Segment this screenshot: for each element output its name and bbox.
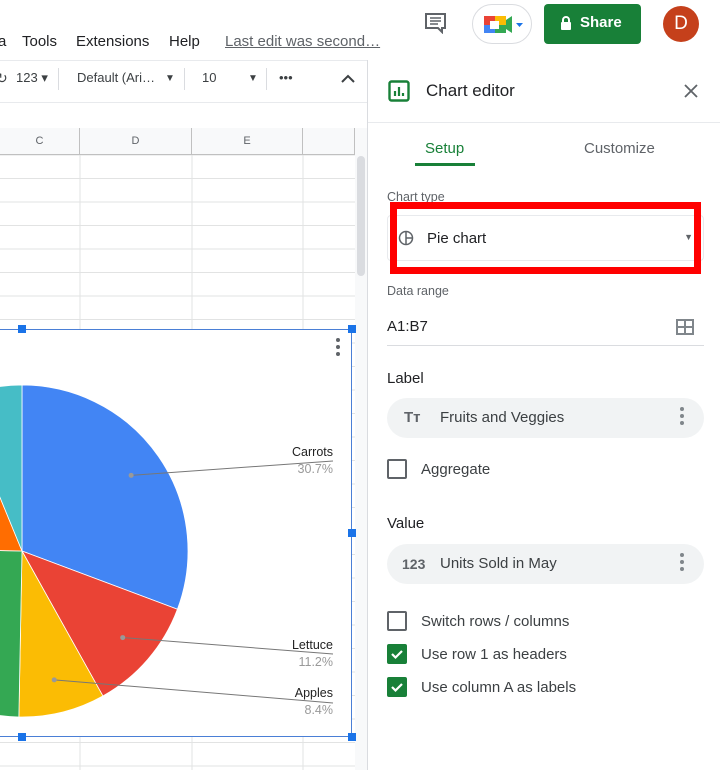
menu-help[interactable]: Help bbox=[169, 33, 200, 50]
more-vert-icon[interactable] bbox=[680, 407, 684, 428]
leader-dot bbox=[51, 677, 57, 683]
text-type-icon: Tт bbox=[404, 409, 421, 426]
chart-icon bbox=[388, 80, 410, 102]
rotate-icon[interactable]: ↻ bbox=[0, 70, 8, 87]
slice-label-apples: Apples bbox=[294, 686, 333, 700]
switch-rows-columns-label: Switch rows / columns bbox=[421, 613, 570, 630]
avatar[interactable]: D bbox=[663, 6, 699, 42]
slice-label-lettuce: Lettuce bbox=[291, 638, 333, 652]
last-edit-link[interactable]: Last edit was second… bbox=[225, 33, 380, 50]
share-label: Share bbox=[580, 14, 622, 31]
chart-editor-panel: Chart editor Setup Customize Chart type … bbox=[367, 60, 720, 770]
select-range-icon[interactable] bbox=[676, 319, 694, 335]
meet-icon bbox=[484, 16, 523, 33]
divider bbox=[387, 345, 704, 346]
slice-pct-lettuce: 11.2% bbox=[298, 655, 333, 669]
label-header: Label bbox=[387, 370, 424, 387]
resize-handle[interactable] bbox=[18, 325, 26, 333]
divider bbox=[0, 102, 367, 103]
chart-menu-icon[interactable] bbox=[336, 338, 340, 356]
lock-icon bbox=[561, 16, 571, 30]
number-format-label: 123 bbox=[16, 70, 38, 85]
menu-data[interactable]: a bbox=[0, 33, 6, 50]
aggregate-checkbox[interactable] bbox=[387, 459, 407, 479]
divider bbox=[0, 60, 367, 61]
menu-extensions[interactable]: Extensions bbox=[76, 33, 149, 50]
label-series-name: Fruits and Veggies bbox=[440, 409, 565, 426]
leader-dot bbox=[120, 635, 126, 641]
share-button[interactable]: Share bbox=[544, 4, 641, 44]
value-series-name: Units Sold in May bbox=[440, 555, 557, 572]
font-size-select[interactable]: 10 bbox=[202, 70, 216, 85]
data-range-input[interactable]: A1:B7 bbox=[387, 318, 428, 335]
check-icon bbox=[391, 650, 403, 660]
column-header-d[interactable]: D bbox=[80, 128, 192, 155]
slice-pct-carrots: 30.7% bbox=[297, 462, 333, 476]
use-row1-headers-label: Use row 1 as headers bbox=[421, 646, 567, 663]
highlight-box bbox=[390, 202, 701, 274]
pie-slice[interactable] bbox=[0, 548, 23, 718]
divider bbox=[58, 68, 59, 90]
pie-chart[interactable] bbox=[0, 329, 355, 739]
value-series-chip[interactable]: 123 Units Sold in May bbox=[387, 544, 704, 584]
use-column-a-labels-label: Use column A as labels bbox=[421, 679, 577, 696]
value-header: Value bbox=[387, 515, 425, 532]
chevron-down-icon[interactable]: ▼ bbox=[248, 73, 258, 84]
menu-tools[interactable]: Tools bbox=[22, 33, 57, 50]
data-range-label: Data range bbox=[387, 284, 449, 298]
meet-button[interactable] bbox=[472, 4, 532, 44]
column-header-c[interactable]: C bbox=[0, 128, 80, 155]
resize-handle[interactable] bbox=[348, 733, 356, 741]
resize-handle[interactable] bbox=[18, 733, 26, 741]
tab-customize[interactable]: Customize bbox=[584, 140, 655, 157]
divider bbox=[368, 122, 720, 123]
more-options-button[interactable]: ••• bbox=[279, 70, 293, 85]
column-header-e[interactable]: E bbox=[192, 128, 303, 155]
leader-dot bbox=[128, 472, 134, 478]
divider bbox=[266, 68, 267, 90]
tab-setup[interactable]: Setup bbox=[425, 140, 464, 157]
slice-label-carrots: Carrots bbox=[292, 445, 333, 459]
number-type-icon: 123 bbox=[402, 556, 426, 572]
aggregate-label: Aggregate bbox=[421, 461, 491, 478]
chevron-down-icon[interactable]: ▼ bbox=[165, 73, 175, 84]
scrollbar-thumb[interactable] bbox=[357, 156, 365, 276]
font-select[interactable]: Default (Ari… bbox=[77, 70, 155, 85]
scrollbar[interactable] bbox=[355, 128, 367, 770]
use-row1-headers-checkbox[interactable] bbox=[387, 644, 407, 664]
switch-rows-columns-checkbox[interactable] bbox=[387, 611, 407, 631]
use-column-a-labels-checkbox[interactable] bbox=[387, 677, 407, 697]
number-format-button[interactable]: 123 ▾ bbox=[16, 70, 48, 86]
close-icon[interactable] bbox=[684, 84, 698, 98]
resize-handle[interactable] bbox=[348, 325, 356, 333]
editor-title: Chart editor bbox=[426, 81, 515, 100]
check-icon bbox=[391, 683, 403, 693]
label-series-chip[interactable]: Tт Fruits and Veggies bbox=[387, 398, 704, 438]
slice-pct-apples: 8.4% bbox=[304, 703, 334, 717]
more-vert-icon[interactable] bbox=[680, 553, 684, 574]
comment-icon[interactable] bbox=[424, 12, 448, 34]
collapse-icon[interactable] bbox=[341, 74, 355, 83]
active-tab-indicator bbox=[415, 163, 475, 166]
resize-handle[interactable] bbox=[348, 529, 356, 537]
divider bbox=[184, 68, 185, 90]
column-header-f[interactable] bbox=[303, 128, 355, 155]
